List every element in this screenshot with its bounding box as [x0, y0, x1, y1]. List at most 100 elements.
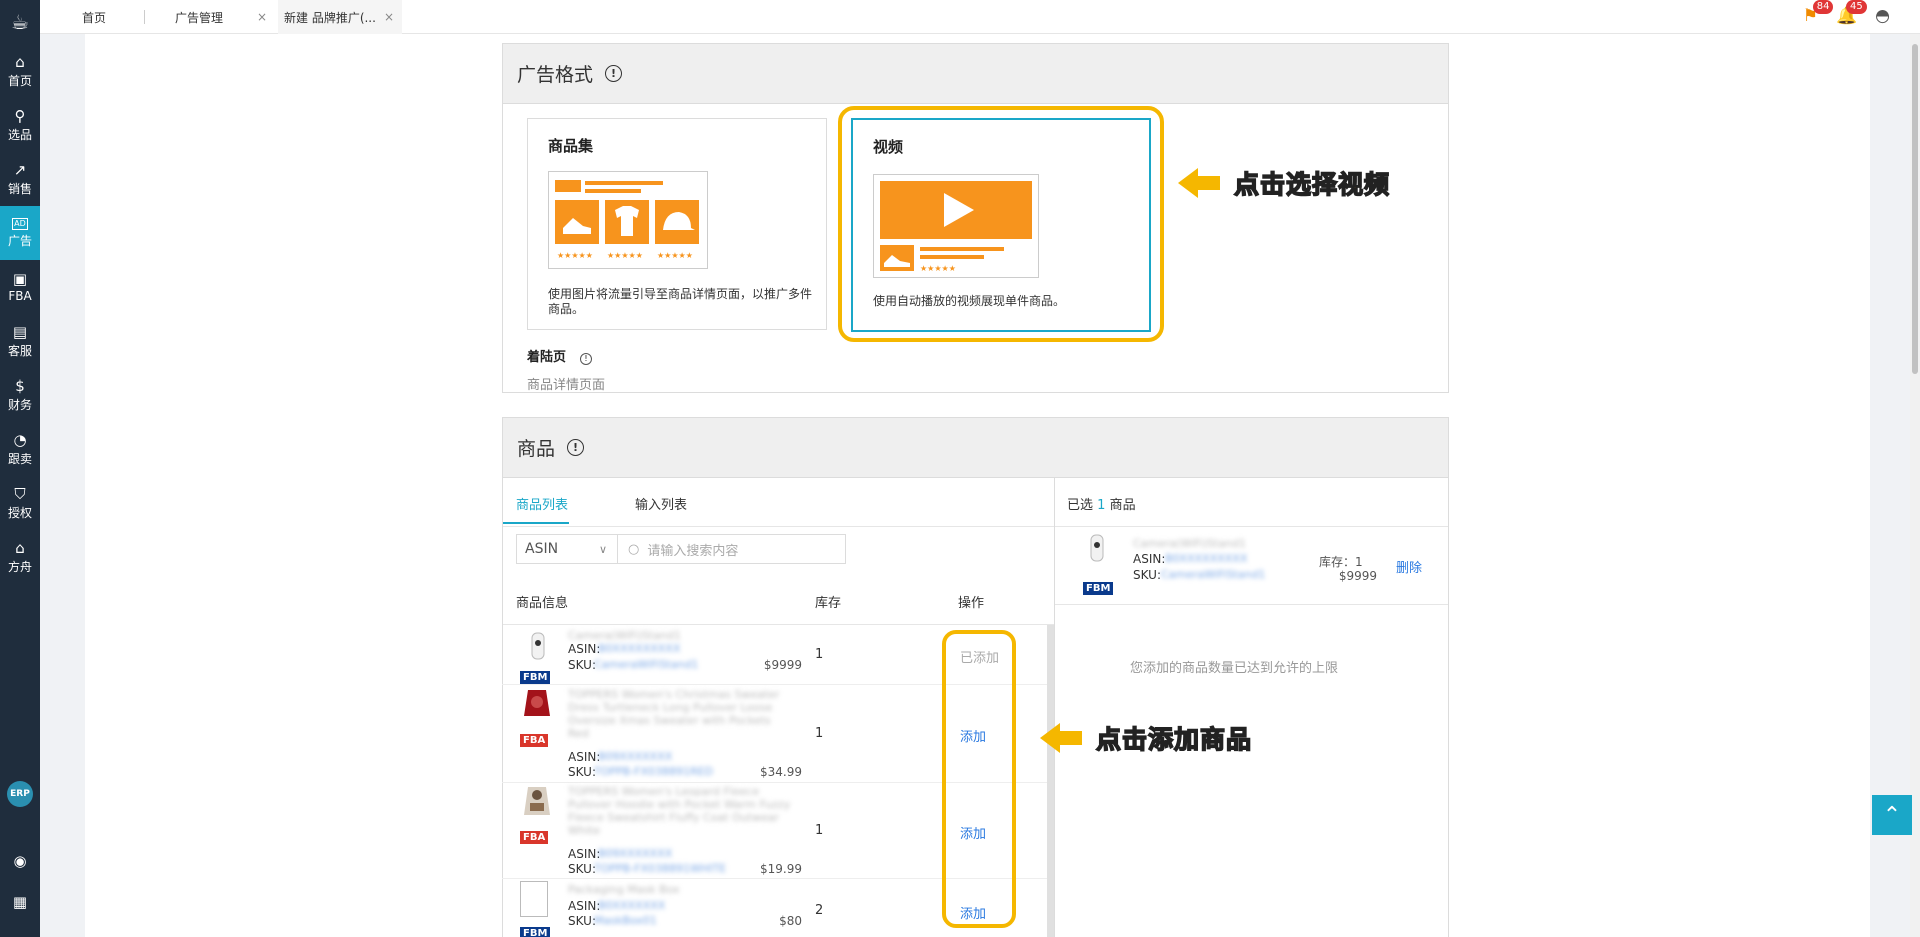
asin-label: ASIN: — [568, 847, 601, 861]
fbm-tag: FBM — [520, 671, 551, 684]
col-stock: 库存 — [815, 596, 842, 611]
remove-button[interactable]: 删除 — [1396, 557, 1422, 576]
sidebar-item-8[interactable]: ⛉ 授权 — [0, 476, 40, 530]
sku-value[interactable]: CameraWiFiStand1 — [594, 658, 698, 671]
fbm-tag: FBM — [1083, 582, 1114, 595]
asin-value[interactable]: B09XXXXXXX — [598, 750, 672, 763]
flag-badge: 84 — [1812, 0, 1834, 14]
col-product-info: 商品信息 — [516, 596, 569, 611]
arrow-left-icon — [1040, 723, 1060, 753]
search-placeholder: 请输入搜索内容 — [647, 543, 739, 559]
user-icon[interactable]: ◉ — [0, 852, 40, 870]
bell-badge: 45 — [1845, 0, 1867, 14]
sidebar-item-label: 授权 — [7, 505, 32, 520]
ad-format-header: 广告格式 ! — [503, 44, 1448, 104]
topbar: 首页 广告管理 × 新建 品牌推广(... × ⚑ 84 🔔 45 ◓ — [40, 0, 1920, 34]
svg-text:★★★★★: ★★★★★ — [557, 251, 593, 260]
arrow-left-icon — [1178, 168, 1198, 198]
sku-value[interactable]: MaskBox01 — [594, 914, 657, 927]
tab-home[interactable]: 首页 — [82, 0, 106, 34]
nav-list: ⌂ 首页 ⚲ 选品 ↗ 销售 AD 广告 ▣ FBA ▤ 客服 $ 财务 ◔ 跟卖 ⛉ 授权 ⌂ 方舟 — [0, 44, 40, 584]
card-title: 商品集 — [548, 137, 594, 155]
product-name: TOPPERS Women's Leopard Fleece Pullover … — [568, 785, 791, 837]
asin-label: ASIN: — [568, 750, 601, 764]
erp-button[interactable]: ERP — [0, 781, 40, 807]
info-icon[interactable]: ! — [605, 65, 623, 82]
search-icon: ○ — [628, 541, 640, 557]
stock-qty: 1 — [815, 647, 824, 662]
sidebar-item-7[interactable]: ◔ 跟卖 — [0, 422, 40, 476]
asin-value[interactable]: B0XXXXXXX — [598, 899, 665, 912]
top-icons: ⚑ 84 🔔 45 ◓ — [1803, 0, 1890, 26]
tab-label: 广告管理 — [175, 10, 224, 25]
sku-value[interactable]: TOPPB-FX038891WHITE — [594, 862, 726, 875]
stock-qty: 1 — [815, 726, 824, 741]
back-to-top-button[interactable]: ⌃ — [1872, 795, 1912, 835]
search-type-select[interactable]: ASIN ∨ — [516, 534, 618, 564]
price: $34.99 — [760, 765, 802, 779]
asin-label: ASIN: — [568, 642, 601, 656]
sidebar-item-9[interactable]: ⌂ 方舟 — [0, 530, 40, 584]
finance-icon: $ — [15, 376, 25, 395]
list-scrollbar[interactable] — [1047, 625, 1054, 937]
close-icon[interactable]: × — [384, 10, 394, 24]
product-image — [522, 686, 552, 726]
tab-ad-management[interactable]: 广告管理 × — [175, 0, 267, 34]
info-icon[interactable]: ! — [580, 352, 593, 365]
product-image — [1081, 533, 1111, 573]
chevron-up-icon: ⌃ — [1882, 802, 1902, 828]
asin-value[interactable]: B09XXXXXXX — [598, 847, 672, 860]
selected-count: 已选 1 商品 — [1067, 494, 1136, 513]
tab-new-brand-promo[interactable]: 新建 品牌推广(... × — [278, 0, 403, 34]
tab-product-list[interactable]: 商品列表 — [516, 494, 568, 513]
sidebar-item-0[interactable]: ⌂ 首页 — [0, 44, 40, 98]
tab-label: 新建 品牌推广(... — [284, 10, 376, 25]
sidebar-item-label: 销售 — [7, 181, 32, 196]
sidebar-item-3[interactable]: AD 广告 — [0, 206, 40, 260]
svg-text:★★★★★: ★★★★★ — [607, 251, 643, 260]
sku-label: SKU: — [568, 765, 596, 779]
select-video-callout: 点击选择视频 — [1178, 165, 1390, 201]
bell-icon[interactable]: 🔔 45 — [1836, 0, 1867, 26]
avatar[interactable]: ◓ — [1875, 6, 1890, 26]
sidebar-item-1[interactable]: ⚲ 选品 — [0, 98, 40, 152]
product-name: Packaging Mask Box — [568, 883, 680, 896]
erp-badge[interactable]: ERP — [7, 781, 33, 807]
sku-value[interactable]: CameraWiFiStand1 — [1161, 568, 1265, 581]
gift-icon[interactable]: ▦ — [0, 893, 40, 911]
asin-value[interactable]: B0XXXXXXXXX — [598, 642, 680, 655]
logo-icon[interactable]: ☕ — [0, 0, 40, 44]
scrollbar-thumb[interactable] — [1912, 44, 1918, 374]
svg-text:★★★★★: ★★★★★ — [657, 251, 693, 260]
select-value: ASIN — [525, 541, 559, 557]
sidebar-item-5[interactable]: ▤ 客服 — [0, 314, 40, 368]
ad-format-card-collection[interactable]: 商品集 ★★★★★ ★★★★★ ★★★★★ 使用图片将流量引导至商品详情页面，以… — [527, 118, 827, 330]
ad-icon: AD — [12, 217, 28, 230]
tabs-divider — [503, 526, 1054, 527]
landing-label-text: 着陆页 — [527, 350, 567, 365]
sidebar-item-2[interactable]: ↗ 销售 — [0, 152, 40, 206]
limit-message: 您添加的商品数量已达到允许的上限 — [1130, 661, 1339, 676]
search-input[interactable]: ○ 请输入搜索内容 — [617, 534, 846, 564]
info-icon[interactable]: ! — [567, 439, 585, 456]
flag-icon[interactable]: ⚑ 84 — [1803, 0, 1834, 26]
sku-label: SKU: — [568, 914, 596, 928]
sku-value[interactable]: TOPPB-FX038891RED — [594, 765, 713, 778]
add-highlight-box — [942, 630, 1016, 928]
tab-input-list[interactable]: 输入列表 — [635, 494, 687, 513]
sidebar-item-6[interactable]: $ 财务 — [0, 368, 40, 422]
asin-value[interactable]: B0XXXXXXXXX — [1165, 552, 1247, 565]
fba-tag: FBA — [520, 831, 549, 844]
landing-page-label: 着陆页! — [527, 346, 593, 365]
sidebar-item-label: 选品 — [7, 127, 32, 142]
stock-qty: 2 — [815, 903, 824, 918]
sidebar-item-4[interactable]: ▣ FBA — [0, 260, 40, 314]
card-description: 使用图片将流量引导至商品详情页面，以推广多件商品。 — [548, 287, 813, 316]
asin-label: ASIN: — [568, 899, 601, 913]
sidebar-item-label: 跟卖 — [7, 451, 32, 466]
price: $19.99 — [760, 862, 802, 876]
pie-icon: ◔ — [13, 430, 27, 449]
close-icon[interactable]: × — [257, 10, 267, 24]
sidebar-item-label: 广告 — [7, 233, 32, 248]
stock-qty: 1 — [815, 823, 824, 838]
